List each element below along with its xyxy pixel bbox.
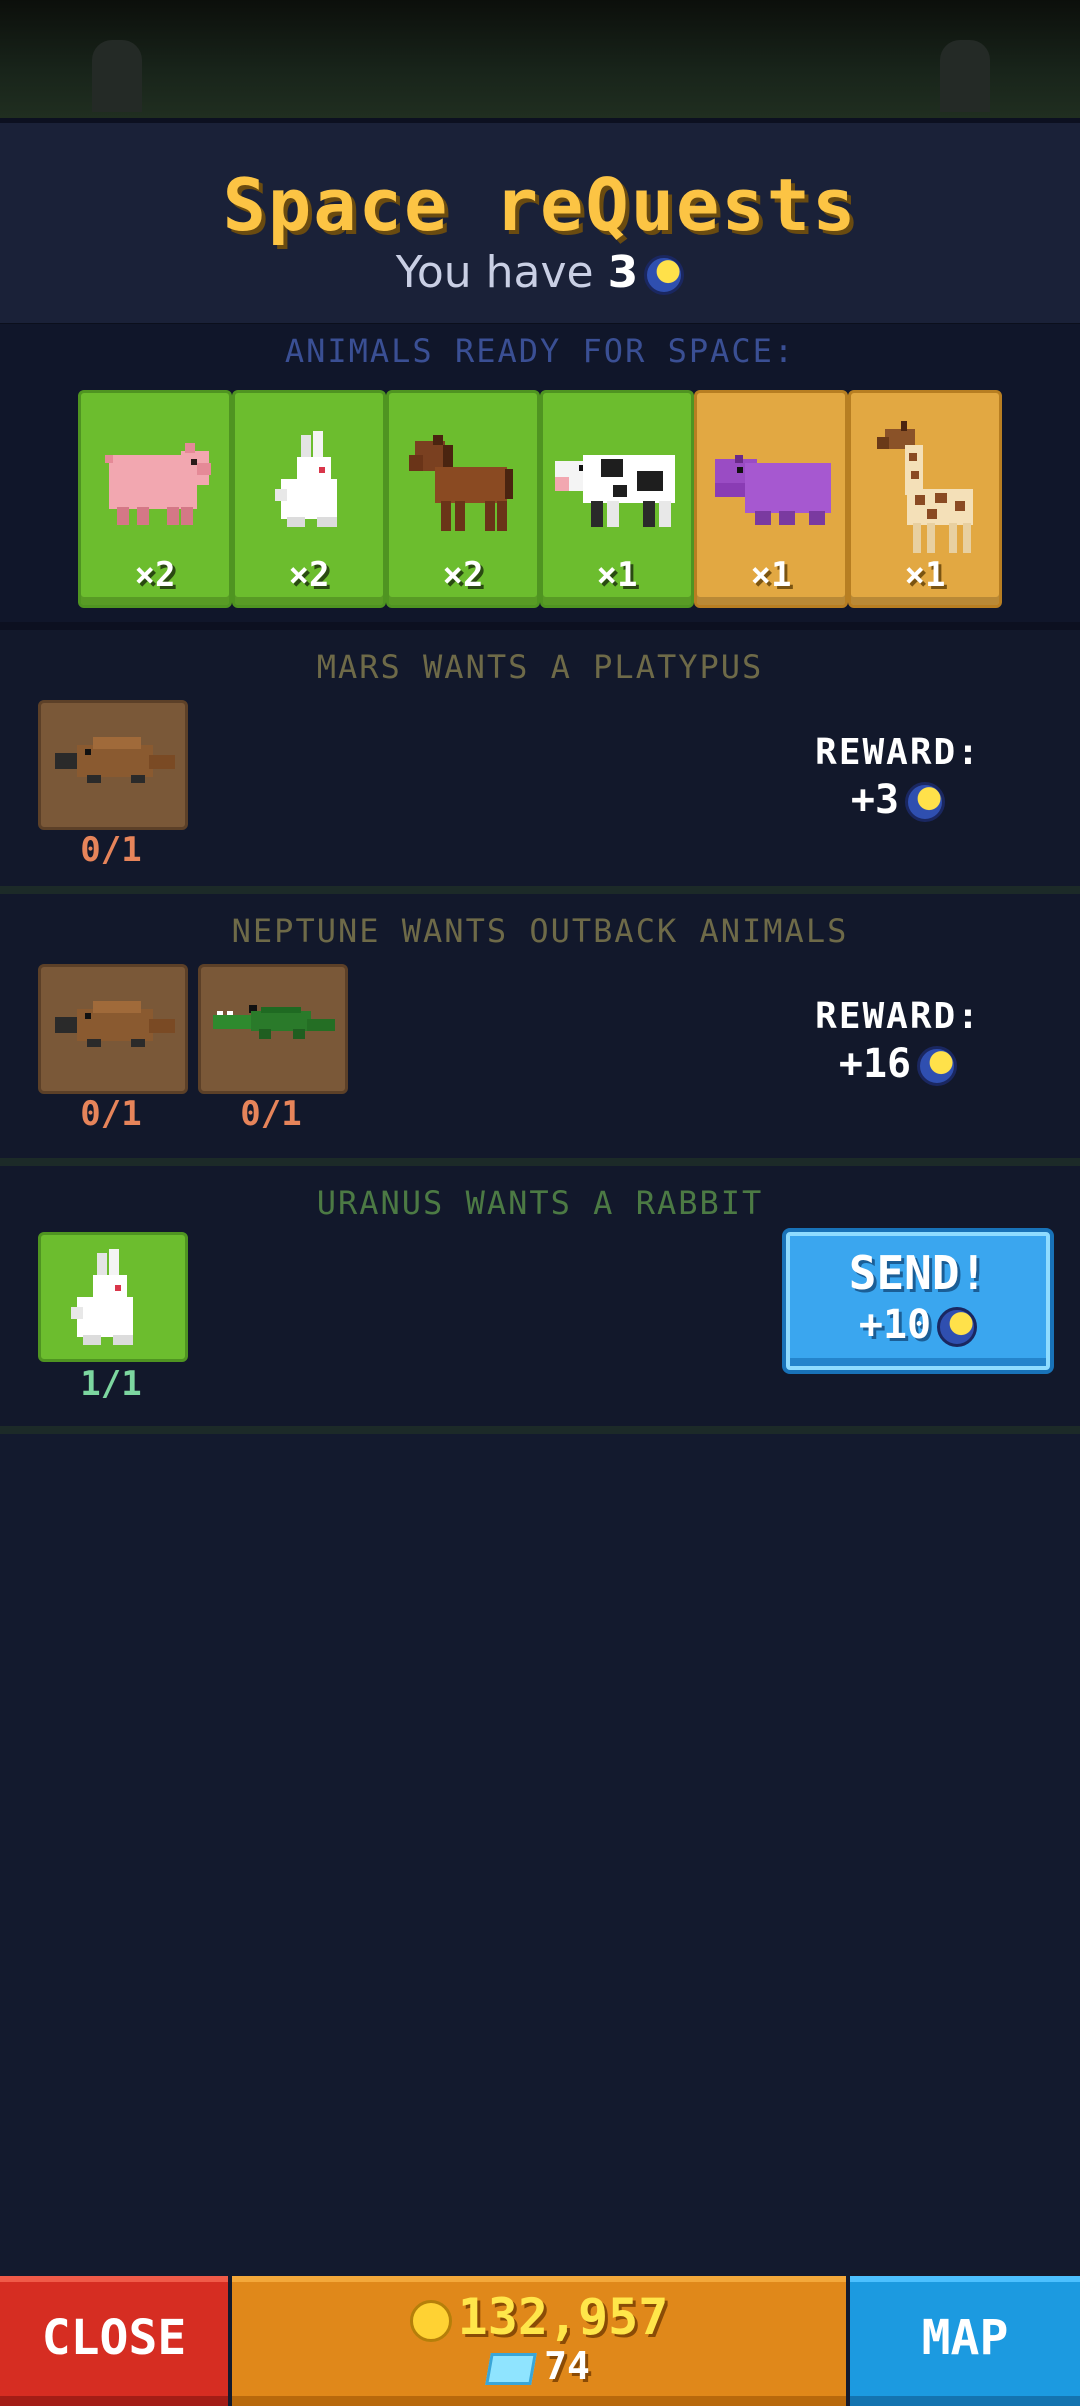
reward-label: REWARD: [815, 732, 981, 773]
send-reward: +10 [790, 1302, 1046, 1348]
fence-post [940, 40, 990, 112]
reward-value: +3 [788, 777, 1008, 823]
ready-animal-cards: ×2 ×2 ×2 ×1 ×1 ×1 [78, 390, 1002, 608]
platypus-icon [55, 1001, 175, 1047]
reward-amount: +16 [838, 1041, 912, 1087]
reward-amount: +3 [850, 777, 900, 823]
request-neptune: NEPTUNE WANTS OUTBACK ANIMALS 0/1 0/1 RE… [0, 894, 1080, 1166]
animal-card-horse[interactable]: ×2 [386, 390, 540, 608]
request-progress: 0/1 [80, 1094, 142, 1134]
animal-count: ×1 [904, 555, 946, 595]
balance-value: 3 [607, 247, 639, 298]
gem-value: 74 [544, 2344, 590, 2388]
request-reward: REWARD: +16 [788, 996, 1008, 1087]
header-panel: Space reQuests You have 3 [0, 118, 1080, 329]
animal-card-giraffe[interactable]: ×1 [848, 390, 1002, 608]
request-slot-platypus[interactable] [38, 964, 188, 1094]
moon-coin-icon [917, 1046, 958, 1086]
request-slot-crocodile[interactable] [198, 964, 348, 1094]
animal-count: ×1 [750, 555, 792, 595]
map-button[interactable]: MAP [850, 2276, 1080, 2406]
request-slot-rabbit[interactable] [38, 1232, 188, 1362]
animal-card-pig[interactable]: ×2 [78, 390, 232, 608]
request-title: MARS WANTS A PLATYPUS [316, 648, 764, 686]
animal-count: ×2 [442, 555, 484, 595]
crocodile-icon [213, 1005, 335, 1039]
ready-animals-label: ANIMALS READY FOR SPACE: [284, 332, 796, 370]
moon-coin-icon [644, 255, 685, 295]
request-slot-platypus[interactable] [38, 700, 188, 830]
animal-count: ×2 [288, 555, 330, 595]
request-title: NEPTUNE WANTS OUTBACK ANIMALS [231, 912, 849, 950]
request-progress: 0/1 [80, 830, 142, 870]
gem-amount: 74 [232, 2344, 846, 2388]
cash-amount: 132,957 [232, 2288, 846, 2346]
farm-backdrop [0, 0, 1080, 118]
reward-value: +16 [788, 1041, 1008, 1087]
animal-card-rabbit[interactable]: ×2 [232, 390, 386, 608]
send-button[interactable]: SEND! +10 [786, 1232, 1050, 1370]
send-label: SEND! [848, 1246, 988, 1300]
platypus-icon [55, 737, 175, 783]
animal-card-cow[interactable]: ×1 [540, 390, 694, 608]
cash-value: 132,957 [457, 2288, 669, 2346]
gold-coin-icon [409, 2299, 452, 2342]
bottom-bar: CLOSE 132,957 74 MAP [0, 2276, 1080, 2406]
fence-post [92, 40, 142, 112]
page-title: Space reQuests [222, 163, 858, 247]
rabbit-icon [71, 1249, 133, 1345]
request-progress: 0/1 [240, 1094, 302, 1134]
reward-label: REWARD: [815, 996, 981, 1037]
request-progress: 1/1 [80, 1364, 142, 1404]
moon-coin-icon [937, 1307, 978, 1347]
request-mars: MARS WANTS A PLATYPUS 0/1 REWARD: +3 [0, 630, 1080, 894]
animal-card-hippo[interactable]: ×1 [694, 390, 848, 608]
animal-count: ×2 [134, 555, 176, 595]
animal-count: ×1 [596, 555, 638, 595]
send-reward-amount: +10 [858, 1302, 932, 1348]
request-reward: REWARD: +3 [788, 732, 1008, 823]
moon-coin-balance: You have 3 [0, 247, 1080, 298]
diamond-icon [485, 2352, 537, 2385]
request-title: URANUS WANTS A RABBIT [316, 1184, 764, 1222]
moon-coin-icon [905, 782, 946, 822]
balance-prefix: You have [395, 247, 594, 298]
close-button[interactable]: CLOSE [0, 2276, 228, 2406]
currency-display[interactable]: 132,957 74 [232, 2276, 846, 2406]
